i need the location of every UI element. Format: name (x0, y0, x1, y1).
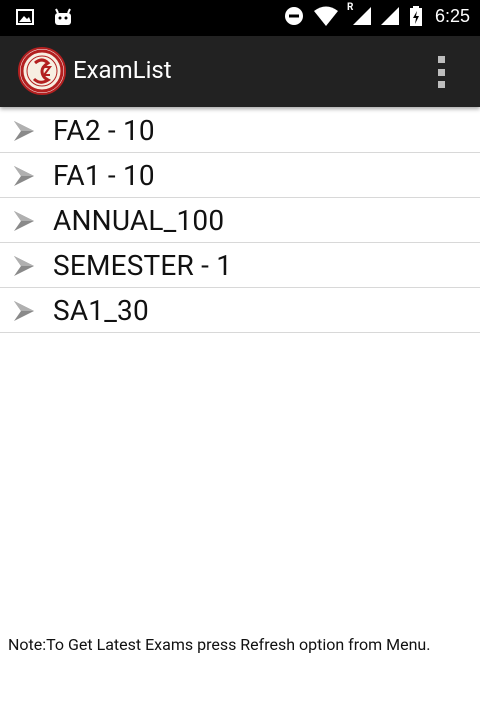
gallery-icon (16, 9, 34, 25)
exam-label: FA2 - 10 (53, 114, 155, 147)
chevron-right-icon (14, 121, 34, 141)
exam-list-item[interactable]: FA1 - 10 (0, 153, 480, 198)
exam-list-item[interactable]: SEMESTER - 1 (0, 243, 480, 288)
status-bar: R 6:25 (0, 0, 480, 36)
school-logo (18, 47, 66, 95)
exam-label: SEMESTER - 1 (53, 249, 233, 282)
signal-icon: R (347, 2, 371, 27)
do-not-disturb-icon (284, 7, 303, 25)
chevron-right-icon (14, 256, 34, 276)
exam-list-item[interactable]: FA2 - 10 (0, 108, 480, 153)
exam-list-item[interactable]: SA1_30 (0, 288, 480, 333)
chevron-right-icon (14, 211, 34, 231)
chevron-right-icon (14, 301, 34, 321)
refresh-note: Note:To Get Latest Exams press Refresh o… (8, 635, 431, 654)
android-icon (55, 8, 71, 25)
chevron-right-icon (14, 166, 34, 186)
exam-label: FA1 - 10 (53, 159, 155, 192)
exam-label: ANNUAL_100 (53, 204, 225, 237)
exam-list-item[interactable]: ANNUAL_100 (0, 198, 480, 243)
exam-list: FA2 - 10 FA1 - 10 ANNUAL_100 SEMESTER - … (0, 108, 480, 333)
wifi-icon (313, 6, 338, 26)
signal-icon (380, 7, 399, 25)
status-time: 6:25 (434, 5, 470, 26)
exam-label: SA1_30 (53, 294, 149, 327)
overflow-menu-icon[interactable] (436, 56, 446, 88)
app-title: ExamList (73, 56, 172, 84)
battery-charging-icon (409, 6, 422, 26)
app-bar: ExamList (0, 36, 480, 107)
